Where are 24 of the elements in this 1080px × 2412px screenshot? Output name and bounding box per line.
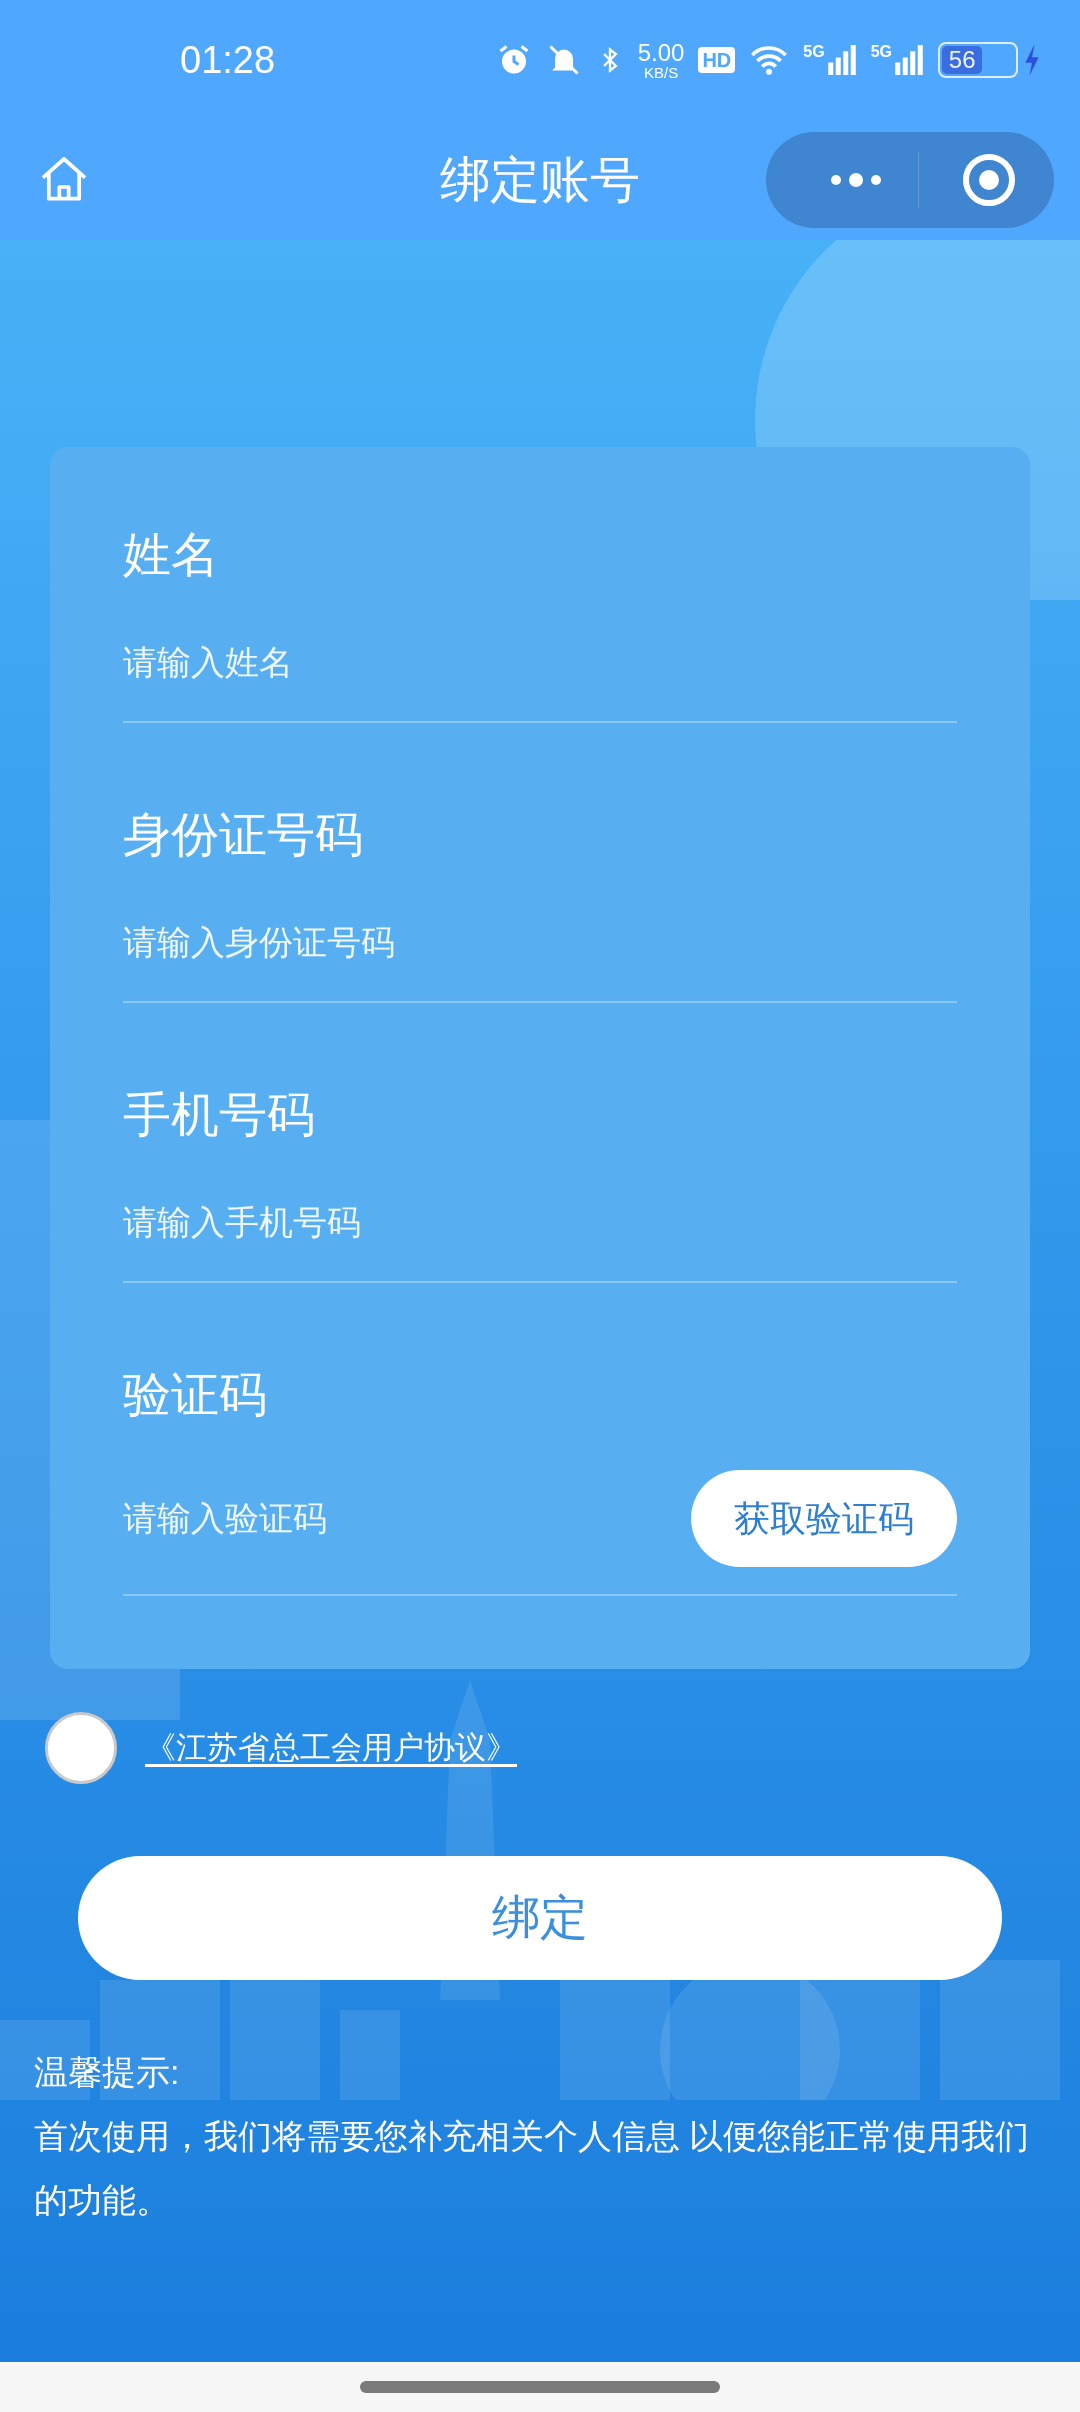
network-type: 5G bbox=[803, 44, 825, 60]
input-field[interactable]: 请输入验证码 bbox=[123, 1493, 691, 1544]
page-title: 绑定账号 bbox=[439, 150, 641, 210]
network-speed-unit: KB/S bbox=[643, 64, 679, 80]
field-label: 姓名 bbox=[123, 527, 220, 583]
signal-icon bbox=[894, 44, 924, 76]
get-code-button[interactable]: 获取验证码 bbox=[691, 1470, 957, 1567]
wifi-icon bbox=[749, 43, 790, 77]
field-label: 身份证号码 bbox=[123, 807, 364, 863]
field-label: 手机号码 bbox=[123, 1087, 316, 1143]
signal-icon bbox=[826, 44, 857, 76]
agreement-link[interactable]: 《江苏省总工会用户协议》 bbox=[145, 1724, 517, 1772]
input-field[interactable]: 请输入姓名 bbox=[123, 636, 957, 688]
close-mini-program-icon[interactable] bbox=[961, 152, 1017, 208]
notice-text: 首次使用，我们将需要您补充相关个人信息 以便您能正常使用我们的功能。 bbox=[34, 2116, 1031, 2221]
field-label: 验证码 bbox=[123, 1367, 268, 1423]
input-field[interactable]: 请输入手机号码 bbox=[123, 1196, 957, 1248]
hd-badge: HD bbox=[698, 47, 736, 73]
network-type: 5G bbox=[870, 44, 892, 60]
network-speed: 5.00 bbox=[637, 40, 685, 65]
notice-title: 温馨提示: bbox=[34, 2052, 181, 2093]
battery-level: 56 bbox=[942, 46, 983, 74]
input-field[interactable]: 请输入身份证号码 bbox=[123, 916, 957, 968]
status-time: 01:28 bbox=[180, 37, 276, 83]
